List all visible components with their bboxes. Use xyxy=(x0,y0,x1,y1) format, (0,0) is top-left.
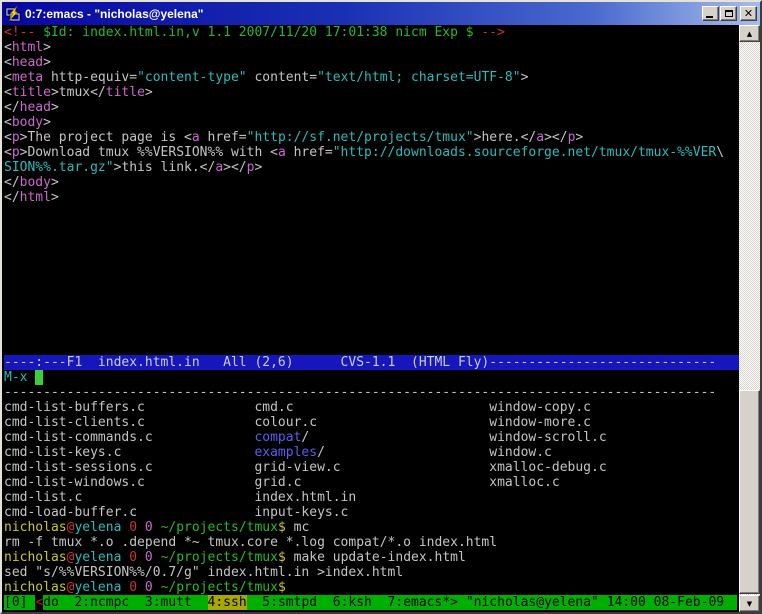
scroll-up-button[interactable]: ▲ xyxy=(739,25,760,42)
shell-output-line: rm -f tmux *.o .depend *~ tmux.core *.lo… xyxy=(4,535,739,550)
emacs-code-line: </head> xyxy=(4,100,739,115)
shell-output-line: sed "s/%%VERSION%%/0.7/g" index.html.in … xyxy=(4,565,739,580)
emacs-code-line: <head> xyxy=(4,55,739,70)
emacs-code-line: <body> xyxy=(4,115,739,130)
terminal-blank-row xyxy=(4,310,739,325)
maximize-icon xyxy=(725,10,733,17)
ls-output-line: cmd-load-buffer.c input-keys.c xyxy=(4,505,739,520)
shell-prompt-line: nicholas@yelena 0 0 ~/projects/tmux$ mak… xyxy=(4,550,739,565)
terminal-blank-row xyxy=(4,235,739,250)
ls-output-line: cmd-list-buffers.c cmd.c window-copy.c xyxy=(4,400,739,415)
ls-output-line: cmd-list-commands.c compat/ window-scrol… xyxy=(4,430,739,445)
maximize-button[interactable] xyxy=(720,6,737,21)
shell-prompt-line: nicholas@yelena 0 0 ~/projects/tmux$ mc xyxy=(4,520,739,535)
emacs-code-line: <p>Download tmux %%VERSION%% with <a hre… xyxy=(4,145,739,160)
scrollbar-thumb[interactable] xyxy=(739,390,760,594)
shell-prompt-line: nicholas@yelena 0 0 ~/projects/tmux$ xyxy=(4,580,739,595)
terminal-blank-row xyxy=(4,250,739,265)
emacs-code-line: </html> xyxy=(4,190,739,205)
ls-output-line: cmd-list-sessions.c grid-view.c xmalloc-… xyxy=(4,460,739,475)
terminal-blank-row xyxy=(4,205,739,220)
scrollbar-track[interactable]: ▲ ▼ xyxy=(739,25,760,612)
emacs-code-line: </body> xyxy=(4,175,739,190)
ls-output-line: cmd-list-clients.c colour.c window-more.… xyxy=(4,415,739,430)
ls-output-line: cmd-list.c index.html.in xyxy=(4,490,739,505)
scroll-down-button[interactable]: ▼ xyxy=(739,595,760,612)
emacs-code-line: SION%%.tar.gz">this link.</a></p> xyxy=(4,160,739,175)
terminal-blank-row xyxy=(4,325,739,340)
terminal-blank-row xyxy=(4,295,739,310)
minimize-button[interactable] xyxy=(702,6,719,21)
terminal-blank-row xyxy=(4,340,739,355)
terminal-blank-row xyxy=(4,265,739,280)
window-controls: ✕ xyxy=(701,6,757,21)
emacs-code-line: <p>The project page is <a href="http://s… xyxy=(4,130,739,145)
close-icon: ✕ xyxy=(744,8,753,19)
tmux-pane-separator: ----------------------------------------… xyxy=(4,385,739,400)
emacs-code-line: <meta http-equiv="content-type" content=… xyxy=(4,70,739,85)
terminal-screen[interactable]: <!-- $Id: index.html.in,v 1.1 2007/11/20… xyxy=(2,25,739,612)
putty-app-icon[interactable] xyxy=(5,6,21,22)
emacs-code-line: <title>tmux</title> xyxy=(4,85,739,100)
emacs-minibuffer: M-x xyxy=(4,370,739,385)
close-button[interactable]: ✕ xyxy=(740,6,757,21)
title-bar[interactable]: 0:7:emacs - "nicholas@yelena" ✕ xyxy=(2,2,760,25)
putty-window: 0:7:emacs - "nicholas@yelena" ✕ <!-- $Id… xyxy=(0,0,762,614)
ls-output-line: cmd-list-keys.c examples/ window.c xyxy=(4,445,739,460)
window-title: 0:7:emacs - "nicholas@yelena" xyxy=(25,7,697,21)
terminal-blank-row xyxy=(4,280,739,295)
emacs-comment-line: <!-- $Id: index.html.in,v 1.1 2007/11/20… xyxy=(4,25,739,40)
emacs-code-line: <html> xyxy=(4,40,739,55)
ls-output-line: cmd-list-windows.c grid.c xmalloc.c xyxy=(4,475,739,490)
tmux-status-bar: [0] <do 2:ncmpc 3:mutt 4:ssh 5:smtpd 6:k… xyxy=(4,595,737,610)
minimize-icon xyxy=(706,16,713,18)
emacs-modeline: ----:---F1 index.html.in All (2,6) CVS-1… xyxy=(4,355,739,370)
terminal-blank-row xyxy=(4,220,739,235)
